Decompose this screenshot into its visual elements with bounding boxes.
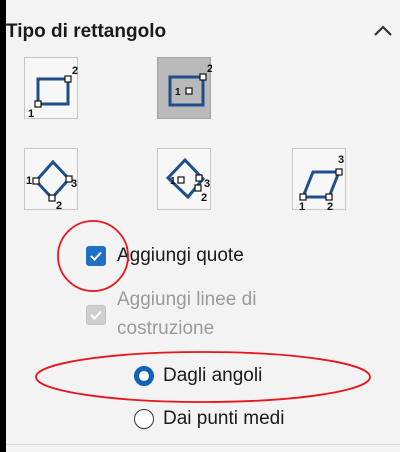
parallelogram-label-1: 1	[299, 201, 305, 211]
three-point-corner-label-1: 1	[26, 175, 32, 187]
chevron-up-icon[interactable]	[370, 18, 396, 44]
three-point-corner-button[interactable]: 1 2 3	[24, 148, 78, 211]
add-construction-lines-checkbox	[86, 305, 106, 325]
three-point-center-button[interactable]: 1 2 3	[157, 148, 211, 210]
three-point-center-label-3: 3	[204, 178, 210, 190]
section-title: Tipo di rettangolo	[6, 21, 167, 42]
from-midpoints-radio[interactable]	[134, 409, 154, 429]
three-point-corner-icon: 1 2 3	[26, 159, 77, 211]
parallelogram-button[interactable]: 3 1 2	[292, 148, 346, 211]
corner-rectangle-button[interactable]: 2 1	[24, 57, 78, 120]
three-point-center-icon: 1 2 3	[165, 157, 210, 204]
center-point-label-2: 2	[207, 63, 212, 75]
center-rectangle-icon: 2 1	[168, 63, 212, 107]
corner-point-label-2: 2	[72, 65, 78, 77]
corner-point-label-1: 1	[28, 108, 34, 120]
add-dimensions-label[interactable]: Aggiungi quote	[117, 245, 244, 267]
three-point-corner-label-3: 3	[71, 178, 77, 190]
add-construction-lines-label-line1: Aggiungi linee di	[117, 289, 257, 310]
checkmark-icon	[90, 310, 102, 320]
section-divider	[6, 444, 400, 445]
center-point-label-1: 1	[175, 87, 181, 98]
from-corners-radio[interactable]	[134, 366, 154, 386]
three-point-center-label-2: 2	[201, 192, 207, 204]
corner-rectangle-icon: 2 1	[28, 65, 78, 120]
parallelogram-icon: 3 1 2	[299, 154, 344, 211]
three-point-center-label-1: 1	[170, 176, 176, 187]
parallelogram-label-2: 2	[327, 201, 333, 211]
three-point-corner-label-2: 2	[56, 200, 62, 211]
add-dimensions-checkbox[interactable]	[86, 246, 106, 266]
center-rectangle-button[interactable]: 2 1	[157, 57, 212, 119]
checkmark-icon	[90, 251, 102, 261]
add-construction-lines-label-line2: costruzione	[117, 318, 215, 339]
from-midpoints-label[interactable]: Dai punti medi	[163, 408, 284, 430]
from-corners-label[interactable]: Dagli angoli	[163, 365, 262, 387]
parallelogram-label-3: 3	[338, 154, 344, 166]
